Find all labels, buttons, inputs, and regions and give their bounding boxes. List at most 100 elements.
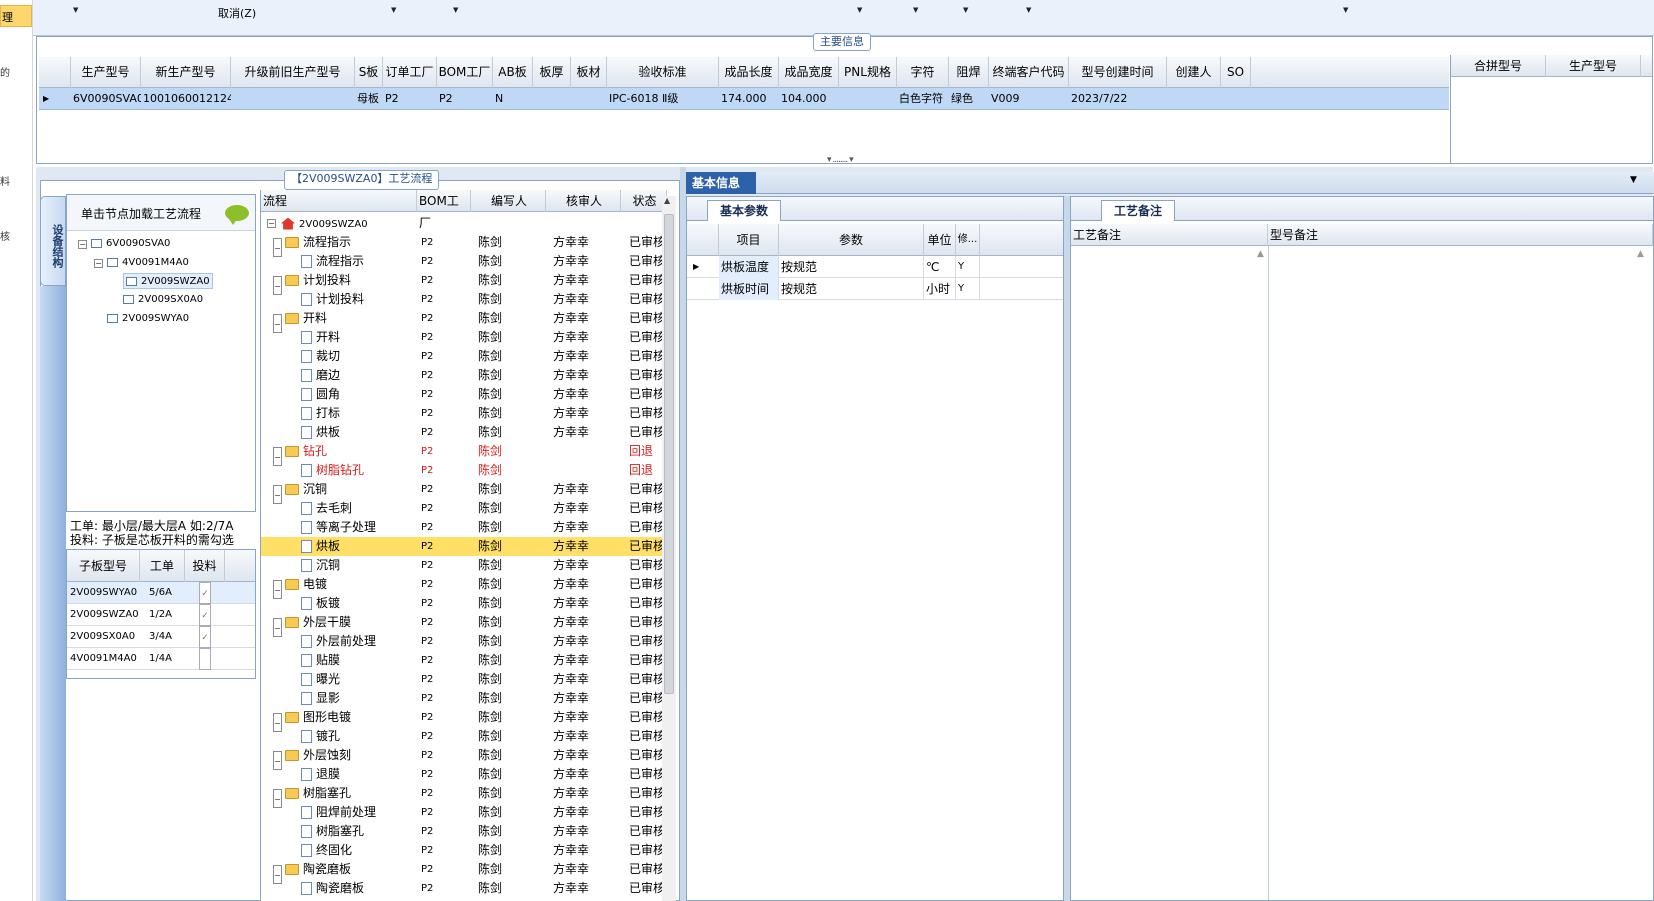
dropdown-arrow-icon[interactable]: ▼ [1630, 175, 1637, 185]
flow-row[interactable]: 退膜 P2 陈剑 方幸幸 已审核 [261, 765, 665, 784]
column-header[interactable]: 生产型号 [1546, 55, 1641, 77]
feed-checkbox[interactable]: ✓ [199, 626, 211, 648]
flow-row[interactable]: 打标 P2 陈剑 方幸幸 已审核 [261, 404, 665, 423]
scroll-up-icon[interactable]: ▲ [1637, 249, 1644, 259]
column-header[interactable]: S板 [355, 57, 383, 88]
dropdown-arrow-icon[interactable]: ▼ [857, 6, 862, 14]
column-header[interactable]: 板厚 [533, 57, 571, 88]
feed-checkbox[interactable]: ✓ [199, 582, 211, 604]
splitter-grip-icon[interactable]: ▾ ........ ▾ [827, 155, 854, 165]
flow-row[interactable]: 开料 P2 陈剑 方幸幸 已审核 [261, 328, 665, 347]
flow-row[interactable]: 圆角 P2 陈剑 方幸幸 已审核 [261, 385, 665, 404]
table-row[interactable]: ▶ 6V0090SVA010010600121241 母板 P2 P2 N IPC-601… [39, 88, 1449, 110]
flow-row[interactable]: 阻焊前处理 P2 陈剑 方幸幸 已审核 [261, 803, 665, 822]
flow-row[interactable]: 裁切 P2 陈剑 方幸幸 已审核 [261, 347, 665, 366]
column-header[interactable]: 工艺备注 [1071, 224, 1268, 246]
tree-root-row[interactable]: 2V009SWZA0 [261, 214, 663, 233]
column-header[interactable]: 阻焊 [949, 57, 989, 88]
dropdown-arrow-icon[interactable]: ▼ [391, 6, 396, 14]
column-header[interactable]: 验收标准 [607, 57, 719, 88]
flow-row[interactable]: 树脂钻孔 P2 陈剑 回退 [261, 461, 663, 480]
flow-row[interactable]: − 陶瓷磨板 P2 陈剑 方幸幸 已审核 [261, 860, 665, 884]
flow-row[interactable]: 流程指示 P2 陈剑 方幸幸 已审核 [261, 252, 665, 271]
tree-node[interactable]: 4V0091M4A0 [107, 255, 189, 271]
collapse-icon[interactable]: − [78, 240, 87, 249]
param-value[interactable]: 按规范 [779, 256, 924, 278]
tree-node[interactable]: 2V009SWYA0 [107, 311, 189, 327]
scroll-up-icon[interactable]: ▲ [664, 196, 670, 205]
tree-node-selected[interactable]: 2V009SWZA0 [123, 273, 213, 289]
tree-node[interactable]: 6V0090SVA0 [91, 236, 170, 252]
flow-row[interactable]: 沉铜 P2 陈剑 方幸幸 已审核 [261, 556, 665, 575]
left-nav-mark[interactable]: 料 [0, 173, 10, 188]
left-nav-mark[interactable]: 的 [0, 64, 10, 79]
table-row[interactable]: 4V0091M4A0 1/4A [67, 648, 255, 670]
flow-row[interactable]: − 图形电镀 P2 陈剑 方幸幸 已审核 [261, 708, 665, 732]
column-header[interactable]: 核审人 [546, 190, 621, 212]
dropdown-arrow-icon[interactable]: ▼ [913, 6, 918, 14]
basic-param-tab[interactable]: 基本参数 [707, 200, 782, 221]
dropdown-arrow-icon[interactable]: ▼ [1343, 6, 1348, 14]
column-header[interactable]: 订单工厂 [383, 57, 437, 88]
column-header[interactable]: 参数 [779, 224, 924, 256]
column-header[interactable]: 单位 [924, 224, 956, 256]
column-header[interactable]: PNL规格 [839, 57, 897, 88]
flow-row[interactable]: − 树脂塞孔 P2 陈剑 方幸幸 已审核 [261, 784, 665, 808]
flow-row[interactable]: 板镀 P2 陈剑 方幸幸 已审核 [261, 594, 665, 613]
column-header[interactable]: 状态 [621, 190, 667, 212]
column-header[interactable]: BOM工厂 [417, 190, 471, 230]
collapse-icon[interactable]: − [94, 259, 103, 268]
column-header[interactable]: 创建人 [1167, 57, 1221, 88]
column-header[interactable]: 升级前旧生产型号 [231, 57, 355, 88]
flow-row[interactable]: 计划投料 P2 陈剑 方幸幸 已审核 [261, 290, 665, 309]
flow-row[interactable]: 贴膜 P2 陈剑 方幸幸 已审核 [261, 651, 665, 670]
column-header[interactable]: 项目 [719, 224, 779, 256]
column-header[interactable]: 投料 [185, 550, 225, 582]
feed-checkbox[interactable]: ✓ [199, 604, 211, 626]
flow-row[interactable]: − 沉铜 P2 陈剑 方幸幸 已审核 [261, 480, 665, 504]
table-row[interactable]: 2V009SX0A0 3/4A ✓ [67, 626, 255, 648]
column-header[interactable]: 工单 [140, 550, 185, 582]
basic-info-tab[interactable]: 基本信息 [686, 172, 756, 194]
dropdown-arrow-icon[interactable]: ▼ [1026, 6, 1031, 14]
equipment-structure-tab[interactable]: 设备结构 [40, 196, 66, 286]
scrollbar-thumb[interactable] [664, 214, 674, 694]
column-header[interactable]: 生产型号 [71, 57, 141, 88]
flow-row[interactable]: 终固化 P2 陈剑 方幸幸 已审核 [261, 841, 665, 860]
flow-row[interactable]: − 开料 P2 陈剑 方幸幸 已审核 [261, 309, 665, 333]
table-row[interactable]: 烘板时间 按规范 小时 Y [687, 278, 1063, 300]
flow-row[interactable]: 树脂塞孔 P2 陈剑 方幸幸 已审核 [261, 822, 665, 841]
column-header[interactable]: 合拼型号 [1451, 55, 1546, 77]
column-header[interactable]: 编写人 [471, 190, 546, 212]
flow-row[interactable]: 去毛刺 P2 陈剑 方幸幸 已审核 [261, 499, 665, 518]
column-header[interactable]: 字符 [897, 57, 949, 88]
left-nav-mark[interactable]: 核 [0, 228, 10, 243]
column-header[interactable]: 流程 [261, 190, 417, 212]
dropdown-arrow-icon[interactable]: ▼ [453, 6, 458, 14]
tree-node[interactable]: 2V009SX0A0 [123, 292, 203, 308]
column-header[interactable]: BOM工厂 [437, 57, 493, 88]
flow-row[interactable]: − 外层蚀刻 P2 陈剑 方幸幸 已审核 [261, 746, 665, 770]
flow-row[interactable]: 镀孔 P2 陈剑 方幸幸 已审核 [261, 727, 665, 746]
flow-row[interactable]: − 计划投料 P2 陈剑 方幸幸 已审核 [261, 271, 665, 295]
table-row[interactable]: 2V009SWZA0 1/2A ✓ [67, 604, 255, 626]
flow-row[interactable]: 陶瓷磨板 P2 陈剑 方幸幸 已审核 [261, 879, 665, 898]
flow-row[interactable]: 显影 P2 陈剑 方幸幸 已审核 [261, 689, 665, 708]
feed-checkbox[interactable] [199, 648, 211, 670]
process-notes-tab[interactable]: 工艺备注 [1101, 200, 1176, 221]
column-header[interactable]: 子板型号 [67, 550, 140, 582]
column-header[interactable]: 型号备注 [1268, 224, 1653, 246]
table-row[interactable]: 2V009SWYA0 5/6A ✓ [67, 582, 255, 604]
chat-bubble-icon[interactable] [225, 205, 249, 225]
flow-row[interactable]: 磨边 P2 陈剑 方幸幸 已审核 [261, 366, 665, 385]
column-header[interactable]: 成品宽度 [779, 57, 839, 88]
column-header[interactable]: SO [1221, 57, 1251, 88]
flow-row[interactable]: − 电镀 P2 陈剑 方幸幸 已审核 [261, 575, 665, 599]
column-header[interactable]: 成品长度 [719, 57, 779, 88]
scroll-up-icon[interactable]: ▲ [1257, 249, 1264, 259]
flow-row[interactable]: − 流程指示 P2 陈剑 方幸幸 已审核 [261, 233, 665, 257]
column-header[interactable]: 修... [956, 224, 980, 256]
flow-row[interactable]: 曝光 P2 陈剑 方幸幸 已审核 [261, 670, 665, 689]
column-header[interactable]: 终端客户代码 [989, 57, 1069, 88]
param-value[interactable]: 按规范 [779, 278, 924, 300]
